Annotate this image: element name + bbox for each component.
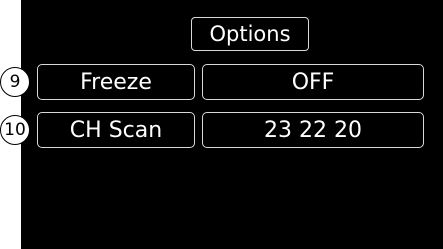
freeze-button[interactable]: Freeze <box>37 64 195 100</box>
figure: Options 9 Freeze OFF 10 CH Scan 23 22 20 <box>0 0 443 249</box>
callout-10: 10 <box>0 115 30 145</box>
ch-scan-value-button[interactable]: 23 22 20 <box>202 112 424 148</box>
options-title: Options <box>191 17 309 51</box>
ch-scan-button[interactable]: CH Scan <box>37 112 195 148</box>
freeze-value-button[interactable]: OFF <box>202 64 424 100</box>
callout-9: 9 <box>0 67 30 97</box>
